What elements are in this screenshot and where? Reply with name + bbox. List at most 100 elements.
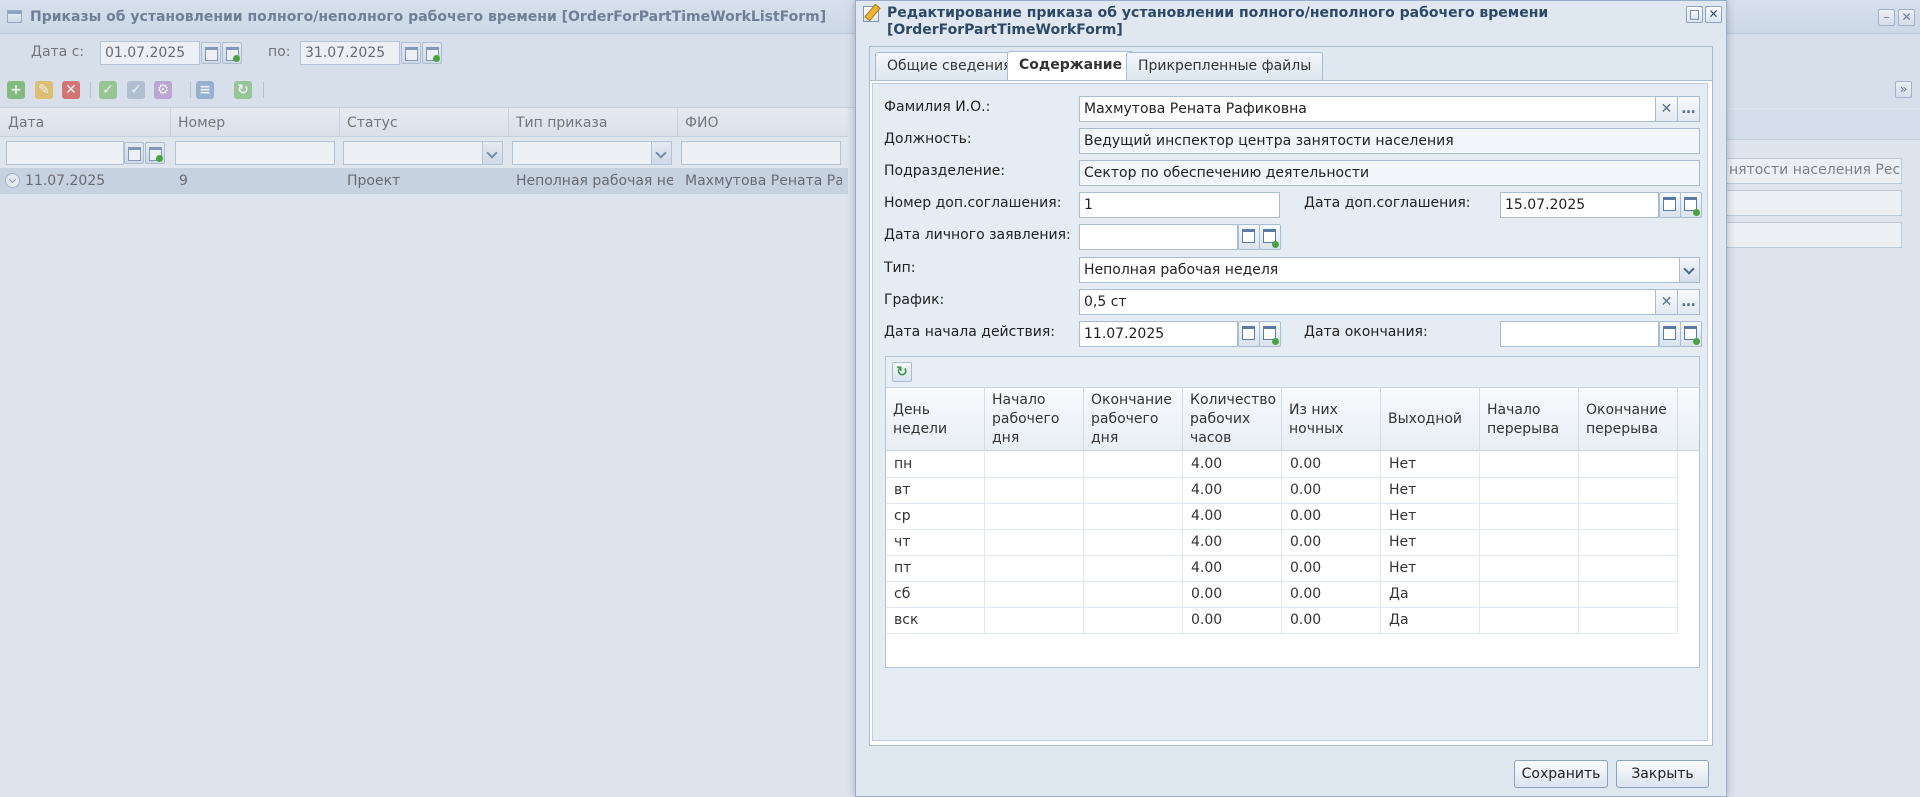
tab-general[interactable]: Общие сведения <box>875 52 1024 80</box>
cell-start[interactable] <box>985 504 1084 529</box>
cell-night[interactable]: 0.00 <box>1282 556 1381 581</box>
close-icon[interactable]: ✕ <box>1705 6 1722 23</box>
ellipsis-icon[interactable]: … <box>1677 97 1699 121</box>
cell-night[interactable]: 0.00 <box>1282 582 1381 607</box>
calendar-today-icon[interactable] <box>1259 321 1281 347</box>
cell-dayoff[interactable]: Да <box>1381 582 1480 607</box>
calendar-today-icon[interactable] <box>1259 224 1281 250</box>
cell-dayoff[interactable]: Нет <box>1381 504 1480 529</box>
cell-day[interactable]: ср <box>886 504 985 529</box>
cell-break-start[interactable] <box>1480 608 1579 633</box>
column-header[interactable]: Выходной <box>1381 388 1480 451</box>
cell-night[interactable]: 0.00 <box>1282 478 1381 503</box>
cell-end[interactable] <box>1084 452 1183 477</box>
maximize-icon[interactable]: □ <box>1686 6 1703 23</box>
start-date-input[interactable]: 11.07.2025 <box>1079 321 1238 347</box>
cell-break-end[interactable] <box>1579 530 1678 555</box>
cell-break-end[interactable] <box>1579 452 1678 477</box>
table-row[interactable]: ср 4.00 0.00 Нет <box>886 504 1678 530</box>
cell-night[interactable]: 0.00 <box>1282 530 1381 555</box>
chevron-down-icon[interactable] <box>1679 258 1699 282</box>
calendar-icon[interactable] <box>1238 224 1260 250</box>
table-row[interactable]: пт 4.00 0.00 Нет <box>886 556 1678 582</box>
cell-end[interactable] <box>1084 504 1183 529</box>
cell-dayoff[interactable]: Да <box>1381 608 1480 633</box>
table-row[interactable]: вт 4.00 0.00 Нет <box>886 478 1678 504</box>
cell-break-start[interactable] <box>1480 478 1579 503</box>
cell-day[interactable]: вт <box>886 478 985 503</box>
cell-dayoff[interactable]: Нет <box>1381 452 1480 477</box>
cell-end[interactable] <box>1084 608 1183 633</box>
cell-start[interactable] <box>985 582 1084 607</box>
cell-break-end[interactable] <box>1579 582 1678 607</box>
cell-break-start[interactable] <box>1480 504 1579 529</box>
cell-night[interactable]: 0.00 <box>1282 504 1381 529</box>
cell-break-start[interactable] <box>1480 582 1579 607</box>
cell-day[interactable]: сб <box>886 582 985 607</box>
cell-night[interactable]: 0.00 <box>1282 608 1381 633</box>
column-header[interactable]: Начало рабочего дня <box>985 388 1084 451</box>
table-row[interactable]: пн 4.00 0.00 Нет <box>886 452 1678 478</box>
schedule-field[interactable]: 0,5 ст ✕ … <box>1079 289 1700 315</box>
tab-content[interactable]: Содержание <box>1007 51 1135 81</box>
cell-dayoff[interactable]: Нет <box>1381 478 1480 503</box>
calendar-today-icon[interactable] <box>1680 321 1702 347</box>
cell-hours[interactable]: 4.00 <box>1183 530 1282 555</box>
table-row[interactable]: сб 0.00 0.00 Да <box>886 582 1678 608</box>
cell-hours[interactable]: 0.00 <box>1183 582 1282 607</box>
cell-hours[interactable]: 4.00 <box>1183 504 1282 529</box>
cell-day[interactable]: пн <box>886 452 985 477</box>
cell-hours[interactable]: 4.00 <box>1183 556 1282 581</box>
column-header[interactable]: Окончание рабочего дня <box>1084 388 1183 451</box>
cell-start[interactable] <box>985 608 1084 633</box>
save-button[interactable]: Сохранить <box>1514 760 1608 788</box>
cell-end[interactable] <box>1084 530 1183 555</box>
cell-end[interactable] <box>1084 582 1183 607</box>
cell-start[interactable] <box>985 556 1084 581</box>
cell-dayoff[interactable]: Нет <box>1381 556 1480 581</box>
cell-break-end[interactable] <box>1579 478 1678 503</box>
cell-day[interactable]: вск <box>886 608 985 633</box>
calendar-icon[interactable] <box>1659 192 1681 218</box>
agreement-number-input[interactable]: 1 <box>1079 192 1280 218</box>
column-header[interactable]: День недели <box>886 388 985 451</box>
table-row[interactable]: чт 4.00 0.00 Нет <box>886 530 1678 556</box>
cell-break-start[interactable] <box>1480 530 1579 555</box>
cell-break-end[interactable] <box>1579 556 1678 581</box>
cell-hours[interactable]: 0.00 <box>1183 608 1282 633</box>
agreement-date-input[interactable]: 15.07.2025 <box>1500 192 1659 218</box>
calendar-icon[interactable] <box>1238 321 1260 347</box>
cell-start[interactable] <box>985 478 1084 503</box>
clear-icon[interactable]: ✕ <box>1655 290 1677 314</box>
ellipsis-icon[interactable]: … <box>1677 290 1699 314</box>
cell-break-start[interactable] <box>1480 452 1579 477</box>
cell-hours[interactable]: 4.00 <box>1183 452 1282 477</box>
cell-break-end[interactable] <box>1579 504 1678 529</box>
column-header[interactable]: Количество рабочих часов <box>1183 388 1282 451</box>
cell-hours[interactable]: 4.00 <box>1183 478 1282 503</box>
fio-field[interactable]: Махмутова Рената Рафиковна ✕ … <box>1079 96 1700 122</box>
cell-end[interactable] <box>1084 478 1183 503</box>
calendar-icon[interactable] <box>1659 321 1681 347</box>
cell-start[interactable] <box>985 452 1084 477</box>
cell-night[interactable]: 0.00 <box>1282 452 1381 477</box>
cell-start[interactable] <box>985 530 1084 555</box>
refresh-icon[interactable]: ↻ <box>892 362 912 382</box>
column-header[interactable]: Начало перерыва <box>1480 388 1579 451</box>
end-date-input[interactable] <box>1500 321 1659 347</box>
close-button[interactable]: Закрыть <box>1616 760 1709 788</box>
cell-dayoff[interactable]: Нет <box>1381 530 1480 555</box>
calendar-today-icon[interactable] <box>1680 192 1702 218</box>
cell-break-end[interactable] <box>1579 608 1678 633</box>
cell-break-start[interactable] <box>1480 556 1579 581</box>
application-date-input[interactable] <box>1079 224 1238 250</box>
type-select[interactable]: Неполная рабочая неделя <box>1079 257 1700 283</box>
cell-day[interactable]: чт <box>886 530 985 555</box>
dialog-title-bar[interactable]: Редактирование приказа об установлении п… <box>856 1 1726 43</box>
clear-icon[interactable]: ✕ <box>1655 97 1677 121</box>
tab-attached-files[interactable]: Прикрепленные файлы <box>1126 52 1324 80</box>
column-header[interactable]: Окончание перерыва <box>1579 388 1678 451</box>
cell-end[interactable] <box>1084 556 1183 581</box>
column-header[interactable]: Из них ночных <box>1282 388 1381 451</box>
table-row[interactable]: вск 0.00 0.00 Да <box>886 608 1678 634</box>
